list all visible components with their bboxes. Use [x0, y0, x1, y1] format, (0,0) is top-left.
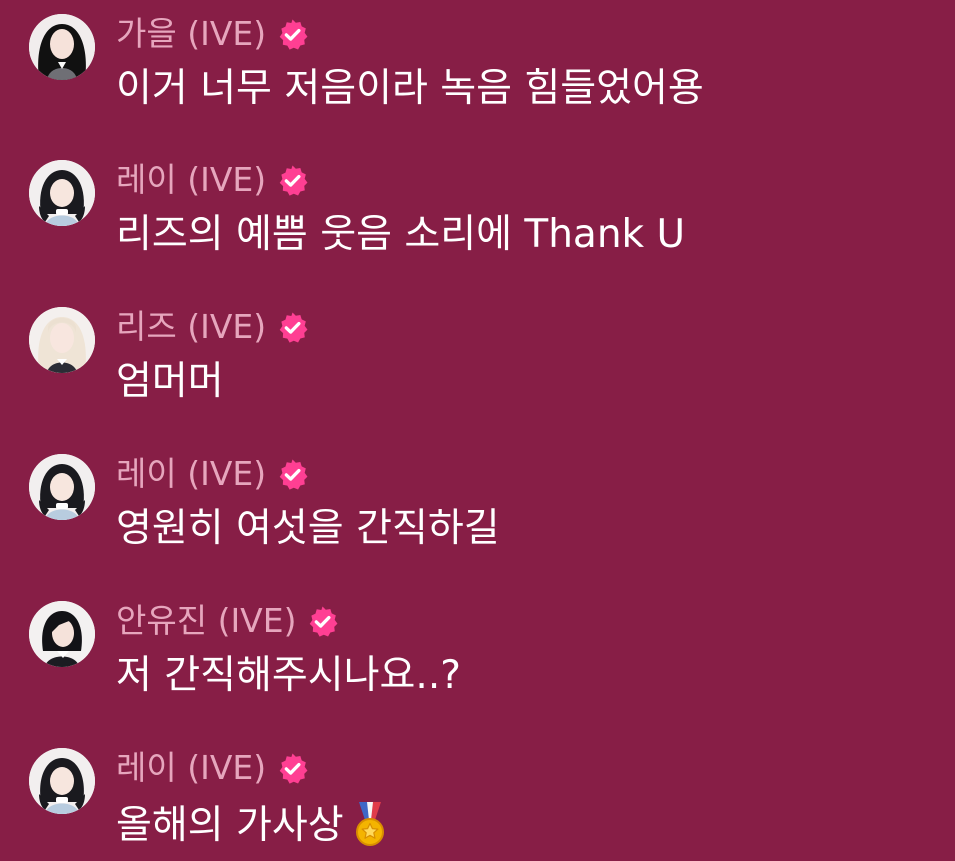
avatar[interactable]: [29, 454, 95, 520]
profile-photo-icon: [29, 14, 95, 80]
verified-badge-icon: [310, 606, 338, 637]
profile-photo-icon: [29, 601, 95, 667]
message-text-content: 올해의 가사상: [116, 803, 344, 848]
profile-photo-icon: [29, 160, 95, 226]
chat-message: 레이 (IVE) 올해의 가사상: [0, 734, 955, 854]
chat-message: 레이 (IVE) 리즈의 예쁨 웃음 소리에 Thank U: [0, 146, 955, 266]
avatar[interactable]: [29, 307, 95, 373]
message-text: 저 간직해주시나요..?: [116, 653, 461, 698]
chat-message: 리즈 (IVE) 엄머머: [0, 293, 955, 413]
verified-badge-icon: [279, 165, 308, 196]
verified-badge-icon: [279, 312, 308, 343]
message-text: 영원히 여섯을 간직하길: [116, 506, 500, 551]
verified-badge-icon: [279, 19, 308, 50]
verified-badge-icon: [279, 459, 308, 490]
author-name[interactable]: 안유진 (IVE): [116, 599, 296, 643]
profile-photo-icon: [29, 454, 95, 520]
message-text: 올해의 가사상: [116, 800, 388, 849]
avatar[interactable]: [29, 601, 95, 667]
medal-emoji-icon: [355, 802, 384, 846]
author-name[interactable]: 가을 (IVE): [116, 12, 266, 56]
avatar[interactable]: [29, 748, 95, 814]
chat-message: 레이 (IVE) 영원히 여섯을 간직하길: [0, 440, 955, 560]
message-text: 이거 너무 저음이라 녹음 힘들었어용: [116, 66, 704, 111]
profile-photo-icon: [29, 307, 95, 373]
author-name[interactable]: 레이 (IVE): [116, 158, 266, 202]
chat-message: 가을 (IVE) 이거 너무 저음이라 녹음 힘들었어용: [0, 0, 955, 120]
chat-feed: 가을 (IVE) 이거 너무 저음이라 녹음 힘들었어용 레이 (IVE) 리즈…: [0, 0, 955, 861]
avatar[interactable]: [29, 14, 95, 80]
chat-message: 안유진 (IVE) 저 간직해주시나요..?: [0, 587, 955, 707]
author-name[interactable]: 레이 (IVE): [116, 452, 266, 496]
message-text: 리즈의 예쁨 웃음 소리에 Thank U: [116, 212, 686, 257]
author-name[interactable]: 리즈 (IVE): [116, 305, 266, 349]
verified-badge-icon: [279, 753, 308, 784]
profile-photo-icon: [29, 748, 95, 814]
avatar[interactable]: [29, 160, 95, 226]
message-text: 엄머머: [116, 359, 224, 404]
author-name[interactable]: 레이 (IVE): [116, 746, 266, 790]
